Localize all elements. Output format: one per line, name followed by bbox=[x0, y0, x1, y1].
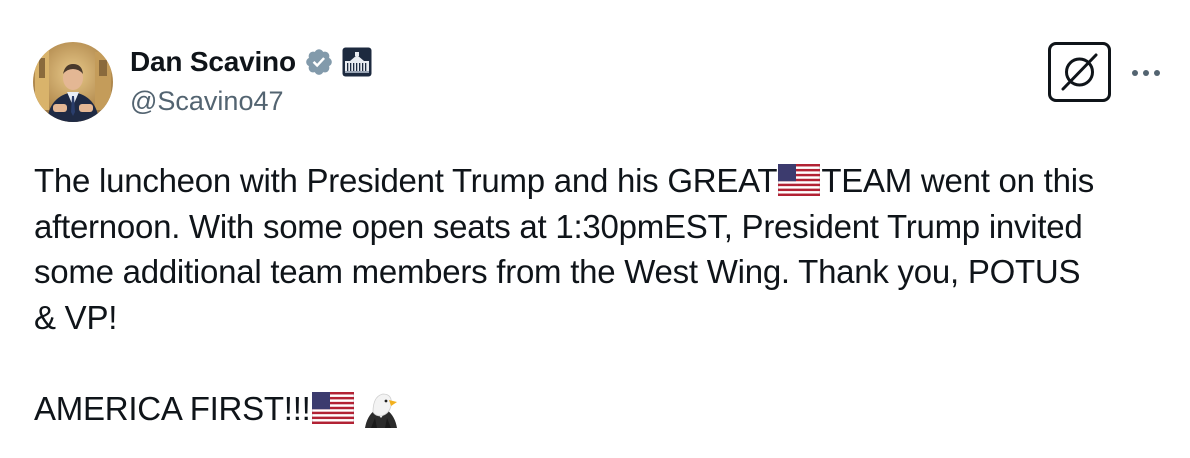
post-text: The luncheon with President Trump and hi… bbox=[34, 158, 1174, 432]
post: Dan Scavino @Scavino47 The luncheon with… bbox=[0, 0, 1190, 458]
more-options-button[interactable] bbox=[1128, 58, 1168, 88]
post-closing-text: AMERICA FIRST!!! bbox=[34, 389, 311, 427]
us-flag-icon bbox=[311, 391, 354, 424]
eagle-icon bbox=[364, 393, 397, 428]
post-line: & VP! bbox=[34, 298, 118, 336]
post-text-segment: The luncheon with President Trump and hi… bbox=[34, 162, 778, 199]
post-text-segment: TEAM went on this bbox=[821, 162, 1095, 199]
grok-button[interactable] bbox=[1048, 42, 1111, 102]
post-line: The luncheon with President Trump and hi… bbox=[34, 158, 1174, 204]
white-house-icon[interactable] bbox=[342, 47, 372, 77]
post-line: some additional team members from the We… bbox=[34, 253, 1081, 291]
us-flag-icon bbox=[778, 164, 821, 196]
post-line: AMERICA FIRST!!! bbox=[34, 386, 1174, 432]
verified-checkmark-icon[interactable] bbox=[304, 47, 334, 77]
post-spacer bbox=[34, 340, 1174, 386]
author-name-row: Dan Scavino bbox=[130, 44, 372, 80]
author-display-name[interactable]: Dan Scavino bbox=[130, 46, 296, 78]
grok-icon bbox=[1061, 53, 1098, 91]
post-line: afternoon. With some open seats at 1:30p… bbox=[34, 207, 1083, 245]
author-handle[interactable]: @Scavino47 bbox=[130, 86, 284, 117]
author-avatar[interactable] bbox=[33, 42, 113, 122]
more-dots-icon bbox=[1132, 70, 1160, 76]
